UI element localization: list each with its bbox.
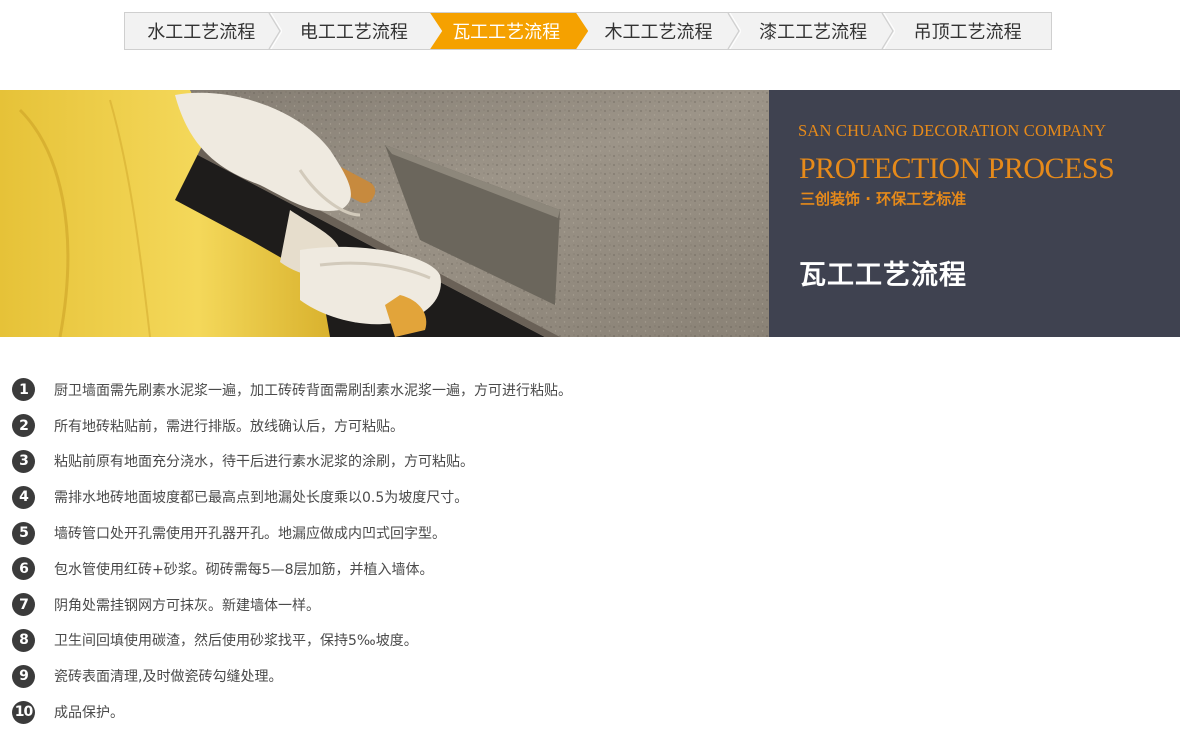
list-item: 1 厨卫墙面需先刷素水泥浆一遍，加工砖砖背面需刷刮素水泥浆一遍，方可进行粘贴。	[12, 372, 572, 408]
step-text: 包水管使用红砖+砂浆。砌砖需每5—8层加筋，并植入墙体。	[54, 561, 434, 578]
chevron-separator-icon	[727, 13, 741, 49]
list-item: 8 卫生间回填使用碳渣，然后使用砂浆找平，保持5‰坡度。	[12, 623, 572, 659]
step-text: 墙砖管口处开孔需使用开孔器开孔。地漏应做成内凹式回字型。	[54, 526, 446, 543]
tab-label: 吊顶工艺流程	[913, 22, 1022, 43]
tab-painting-process[interactable]: 漆工工艺流程	[739, 13, 896, 49]
step-text: 阴角处需挂钢网方可抹灰。新建墙体一样。	[54, 597, 320, 614]
step-number-badge: 1	[12, 378, 35, 402]
tab-carpentry-process[interactable]: 木工工艺流程	[584, 13, 741, 49]
tab-label: 水工工艺流程	[147, 22, 256, 43]
step-text: 成品保护。	[54, 705, 124, 722]
tab-plumbing-process[interactable]: 水工工艺流程	[125, 13, 282, 49]
step-text: 所有地砖粘贴前，需进行排版。放线确认后，方可粘贴。	[54, 418, 404, 435]
banner-info-panel: SAN CHUANG DECORATION COMPANY PROTECTION…	[769, 90, 1180, 337]
list-item: 10 成品保护。	[12, 694, 572, 730]
list-item: 2 所有地砖粘贴前，需进行排版。放线确认后，方可粘贴。	[12, 408, 572, 444]
step-number-badge: 6	[12, 557, 35, 581]
list-item: 6 包水管使用红砖+砂浆。砌砖需每5—8层加筋，并植入墙体。	[12, 551, 572, 587]
tiling-work-photo	[0, 90, 769, 337]
tab-label: 漆工工艺流程	[759, 22, 868, 43]
step-text: 需排水地砖地面坡度都已最高点到地漏处长度乘以0.5为坡度尺寸。	[54, 490, 469, 507]
list-item: 3 粘贴前原有地面充分浇水，待干后进行素水泥浆的涂刷，方可粘贴。	[12, 444, 572, 480]
tab-ceiling-process[interactable]: 吊顶工艺流程	[893, 13, 1048, 49]
chevron-separator-icon	[268, 13, 282, 49]
list-item: 4 需排水地砖地面坡度都已最高点到地漏处长度乘以0.5为坡度尺寸。	[12, 479, 572, 515]
step-number-badge: 5	[12, 521, 35, 545]
step-number-badge: 2	[12, 414, 35, 438]
list-item: 7 阴角处需挂钢网方可抹灰。新建墙体一样。	[12, 587, 572, 623]
step-text: 粘贴前原有地面充分浇水，待干后进行素水泥浆的涂刷，方可粘贴。	[54, 454, 474, 471]
tab-electrical-process[interactable]: 电工工艺流程	[280, 13, 435, 49]
tab-label: 瓦工工艺流程	[452, 22, 561, 43]
slogan: 三创装饰 · 环保工艺标准	[800, 190, 967, 208]
chevron-separator-icon	[881, 13, 896, 49]
banner: SAN CHUANG DECORATION COMPANY PROTECTION…	[0, 90, 1180, 337]
list-item: 9 瓷砖表面清理,及时做瓷砖勾缝处理。	[12, 658, 572, 694]
process-steps-list: 1 厨卫墙面需先刷素水泥浆一遍，加工砖砖背面需刷刮素水泥浆一遍，方可进行粘贴。 …	[12, 372, 572, 730]
step-text: 厨卫墙面需先刷素水泥浆一遍，加工砖砖背面需刷刮素水泥浆一遍，方可进行粘贴。	[54, 382, 572, 399]
tab-label: 木工工艺流程	[604, 22, 713, 43]
step-number-badge: 10	[12, 700, 35, 724]
step-number-badge: 3	[12, 449, 35, 473]
banner-title: 瓦工工艺流程	[799, 260, 967, 291]
tab-label: 电工工艺流程	[299, 22, 408, 43]
company-name: SAN CHUANG DECORATION COMPANY	[798, 121, 1107, 140]
step-number-badge: 7	[12, 593, 35, 617]
step-number-badge: 9	[12, 664, 35, 688]
list-item: 5 墙砖管口处开孔需使用开孔器开孔。地漏应做成内凹式回字型。	[12, 515, 572, 551]
step-number-badge: 4	[12, 485, 35, 509]
step-text: 卫生间回填使用碳渣，然后使用砂浆找平，保持5‰坡度。	[54, 633, 418, 650]
process-tab-bar: 水工工艺流程 电工工艺流程 瓦工工艺流程 木工工艺流程 漆工工艺流程 吊顶工艺流…	[124, 12, 1052, 50]
step-text: 瓷砖表面清理,及时做瓷砖勾缝处理。	[54, 669, 283, 686]
process-heading: PROTECTION PROCESS	[799, 152, 1115, 185]
tab-tiling-process[interactable]: 瓦工工艺流程	[430, 13, 588, 49]
step-number-badge: 8	[12, 628, 35, 652]
